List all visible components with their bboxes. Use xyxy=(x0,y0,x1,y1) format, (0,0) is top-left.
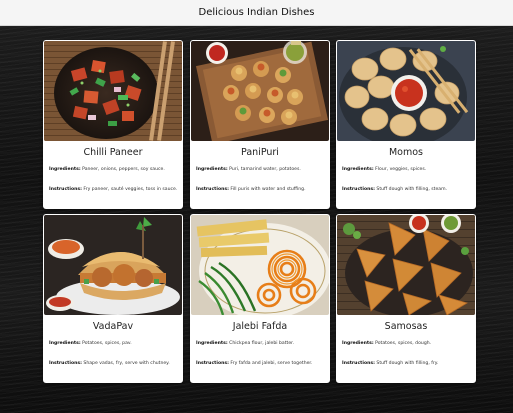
panipuri-photo xyxy=(191,41,329,141)
momos-photo xyxy=(337,41,475,141)
instructions-line: Instructions: Fill puris with water and … xyxy=(196,187,306,192)
dish-name: Chilli Paneer xyxy=(83,147,143,158)
dish-name: PaniPuri xyxy=(241,147,279,158)
dish-info: Ingredients: Flour, veggies, spices. Ins… xyxy=(336,167,476,193)
dish-card-momos[interactable]: Momos Ingredients: Flour, veggies, spice… xyxy=(336,40,476,209)
header-bar: Delicious Indian Dishes xyxy=(0,0,513,26)
dish-card-samosas[interactable]: Samosas Ingredients: Potatoes, spices, d… xyxy=(336,214,476,383)
instructions-line: Instructions: Fry paneer, sauté veggies,… xyxy=(49,187,178,192)
instructions-line: Instructions: Fry fafda and jalebi, serv… xyxy=(196,361,313,366)
vadapav-photo xyxy=(44,215,182,315)
chilli-paneer-photo xyxy=(44,41,182,141)
instructions-line: Instructions: Shape vadas, fry, serve wi… xyxy=(49,361,170,366)
ingredients-line: Ingredients: Paneer, onions, peppers, so… xyxy=(49,167,165,172)
dish-info: Ingredients: Paneer, onions, peppers, so… xyxy=(43,167,183,193)
ingredients-line: Ingredients: Puri, tamarind water, potat… xyxy=(196,167,301,172)
dish-name: Samosas xyxy=(384,321,428,332)
jalebi-fafda-photo xyxy=(191,215,329,315)
dish-name: VadaPav xyxy=(92,321,134,332)
dish-name: Momos xyxy=(388,147,424,158)
page: Delicious Indian Dishes Chilli Paneer In… xyxy=(0,0,513,413)
dish-name: Jalebi Fafda xyxy=(232,321,288,332)
dish-info: Ingredients: Chickpea flour, jalebi batt… xyxy=(190,341,330,367)
dish-info: Ingredients: Potatoes, spices, dough. In… xyxy=(336,341,476,367)
instructions-line: Instructions: Stuff dough with filling, … xyxy=(342,361,439,366)
ingredients-line: Ingredients: Chickpea flour, jalebi batt… xyxy=(196,341,295,346)
ingredients-line: Ingredients: Flour, veggies, spices. xyxy=(342,167,427,172)
dish-card-chilli-paneer[interactable]: Chilli Paneer Ingredients: Paneer, onion… xyxy=(43,40,183,209)
page-title: Delicious Indian Dishes xyxy=(198,7,315,18)
dish-info: Ingredients: Puri, tamarind water, potat… xyxy=(190,167,330,193)
ingredients-line: Ingredients: Potatoes, spices, pav. xyxy=(49,341,132,346)
dish-card-vadapav[interactable]: VadaPav Ingredients: Potatoes, spices, p… xyxy=(43,214,183,383)
dish-card-panipuri[interactable]: PaniPuri Ingredients: Puri, tamarind wat… xyxy=(190,40,330,209)
ingredients-line: Ingredients: Potatoes, spices, dough. xyxy=(342,341,432,346)
instructions-line: Instructions: Stuff dough with filling, … xyxy=(342,187,448,192)
samosas-photo xyxy=(337,215,475,315)
dish-card-jalebi-fafda[interactable]: Jalebi Fafda Ingredients: Chickpea flour… xyxy=(190,214,330,383)
dish-info: Ingredients: Potatoes, spices, pav. Inst… xyxy=(43,341,183,367)
